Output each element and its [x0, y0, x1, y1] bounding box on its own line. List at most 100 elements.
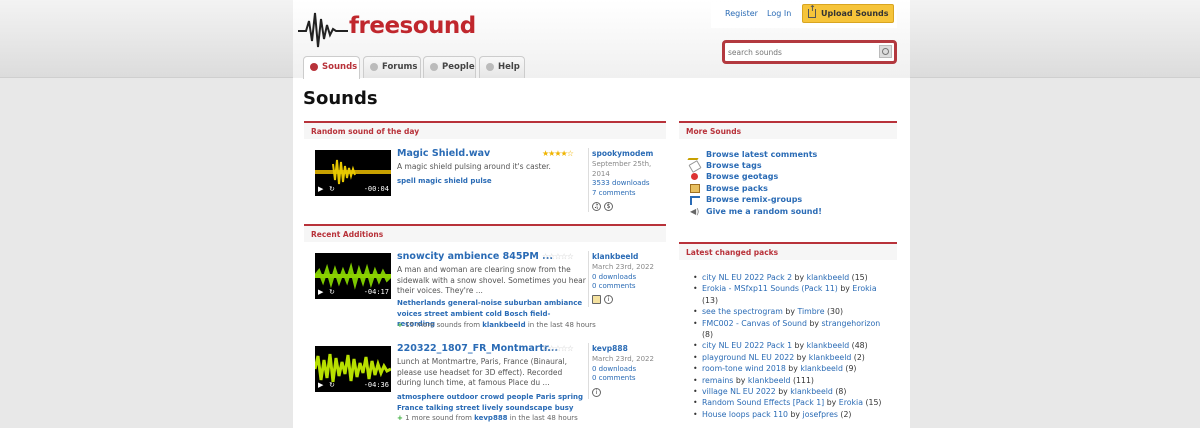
- pack-link[interactable]: village NL EU 2022: [702, 387, 776, 396]
- tab-sounds[interactable]: Sounds: [303, 56, 360, 79]
- login-link[interactable]: Log In: [767, 9, 791, 18]
- pack-user-link[interactable]: Timbre: [797, 307, 824, 316]
- plus-icon: +: [397, 321, 403, 329]
- pack-link[interactable]: see the spectrogram: [702, 307, 783, 316]
- sound-meta: March 23rd, 2022 0 downloads 0 comments: [592, 355, 662, 384]
- upload-sounds-button[interactable]: Upload Sounds: [802, 4, 894, 23]
- pack-user-link[interactable]: strangehorizon: [822, 319, 881, 328]
- pack-count: (9): [845, 364, 857, 374]
- tab-label: Sounds: [322, 62, 358, 72]
- list-item: House loops pack 110 by josefpres (2): [690, 409, 890, 421]
- loop-icon[interactable]: ↻: [329, 185, 335, 193]
- pack-link[interactable]: city NL EU 2022 Pack 2: [702, 273, 792, 282]
- by-label: by: [785, 307, 795, 317]
- pack-link[interactable]: room-tone wind 2018: [702, 364, 786, 373]
- pack-link[interactable]: House loops pack 110: [702, 410, 788, 419]
- plus-icon: +: [397, 414, 403, 422]
- sound-tags[interactable]: spell magic shield pulse: [397, 176, 587, 187]
- tab-help[interactable]: Help: [479, 56, 525, 78]
- waveform-player[interactable]: ▶ ↻ -00:04: [315, 150, 391, 196]
- recent-additions-heading: Recent Additions: [304, 224, 666, 242]
- speech-bubble-icon: [370, 63, 378, 71]
- waveform-player[interactable]: ▶ ↻ -04:36: [315, 346, 391, 392]
- pack-user-link[interactable]: klankbeeld: [800, 364, 843, 373]
- packs-list: city NL EU 2022 Pack 2 by klankbeeld (15…: [690, 272, 890, 421]
- sound-title-link[interactable]: Magic Shield.wav: [397, 148, 490, 159]
- info-icon[interactable]: i: [604, 295, 613, 304]
- pack-count: (8): [702, 330, 714, 340]
- random-sound-heading: Random sound of the day: [304, 121, 666, 139]
- browse-tags-link[interactable]: Browse tags: [706, 161, 762, 170]
- pack-link[interactable]: Erokia - MSfxp11 Sounds (Pack 11): [702, 284, 838, 293]
- pack-link[interactable]: remains: [702, 376, 733, 385]
- browse-packs-link[interactable]: Browse packs: [706, 184, 768, 193]
- comments-link[interactable]: 7 comments: [592, 189, 662, 199]
- pack-count: (48): [851, 341, 868, 351]
- sound-description: Lunch at Montmartre, Paris, France (Bina…: [397, 357, 568, 387]
- comments-link[interactable]: 0 comments: [592, 282, 662, 292]
- speaker-icon: ◀): [690, 207, 700, 216]
- map-pin-icon: [691, 173, 698, 180]
- sound-title-link[interactable]: 220322_1807_FR_Montmartr...: [397, 343, 558, 354]
- divider: [588, 343, 589, 399]
- pack-link[interactable]: city NL EU 2022 Pack 1: [702, 341, 792, 350]
- info-icon[interactable]: i: [592, 388, 601, 397]
- pack-link[interactable]: Random Sound Effects [Pack 1]: [702, 398, 824, 407]
- browse-latest-comments-link[interactable]: Browse latest comments: [706, 150, 817, 159]
- search-icon[interactable]: [879, 45, 892, 58]
- search-input[interactable]: [728, 46, 878, 59]
- duration: -04:36: [363, 381, 389, 389]
- divider: [588, 148, 589, 212]
- pack-user-link[interactable]: klankbeeld: [807, 273, 850, 282]
- play-icon[interactable]: ▶: [318, 381, 323, 389]
- more-user-link[interactable]: klankbeeld: [482, 321, 525, 329]
- sound-title-link[interactable]: snowcity ambience 845PM ...: [397, 251, 553, 262]
- list-item: Random Sound Effects [Pack 1] by Erokia …: [690, 397, 890, 409]
- list-item: FMC002 - Canvas of Sound by strangehoriz…: [690, 318, 890, 341]
- pack-user-link[interactable]: klankbeeld: [790, 387, 833, 396]
- pack-user-link[interactable]: Erokia: [839, 398, 863, 407]
- tab-people[interactable]: People: [423, 56, 476, 78]
- downloads-link[interactable]: 3533 downloads: [592, 179, 662, 189]
- waveform-player[interactable]: ▶ ↻ -04:17: [315, 253, 391, 299]
- license-icon[interactable]: [592, 295, 601, 304]
- license-icon[interactable]: $: [604, 202, 613, 211]
- browse-remix-groups-link[interactable]: Browse remix-groups: [706, 195, 802, 204]
- headphones-icon: ♫: [592, 202, 601, 211]
- duration: -04:17: [363, 288, 389, 296]
- register-link[interactable]: Register: [725, 9, 758, 18]
- sound-meta: March 23rd, 2022 0 downloads 0 comments: [592, 263, 662, 292]
- play-icon[interactable]: ▶: [318, 185, 323, 193]
- comments-link[interactable]: 0 comments: [592, 374, 662, 384]
- list-item: see the spectrogram by Timbre (30): [690, 306, 890, 318]
- pack-user-link[interactable]: klankbeeld: [807, 341, 850, 350]
- sound-tags[interactable]: atmosphere outdoor crowd people Paris sp…: [397, 392, 587, 413]
- sound-author-link[interactable]: kevp888: [592, 344, 628, 353]
- rating-stars[interactable]: ★★★★☆: [542, 149, 574, 158]
- downloads-link[interactable]: 0 downloads: [592, 365, 662, 375]
- pack-count: (15): [851, 273, 868, 282]
- loop-icon[interactable]: ↻: [329, 381, 335, 389]
- pack-link[interactable]: FMC002 - Canvas of Sound: [702, 319, 807, 328]
- rating-stars[interactable]: ☆☆☆☆☆: [542, 344, 574, 353]
- play-icon[interactable]: ▶: [318, 288, 323, 296]
- rating-stars[interactable]: ☆☆☆☆☆: [542, 252, 574, 261]
- pack-count: (15): [865, 398, 882, 408]
- sound-author-link[interactable]: klankbeeld: [592, 252, 638, 261]
- pack-user-link[interactable]: klankbeeld: [809, 353, 852, 362]
- more-user-link[interactable]: kevp888: [474, 414, 507, 422]
- duration: -00:04: [363, 185, 389, 193]
- browse-geotags-link[interactable]: Browse geotags: [706, 172, 778, 181]
- downloads-link[interactable]: 0 downloads: [592, 273, 662, 283]
- pack-user-link[interactable]: josefpres: [803, 410, 838, 419]
- pack-link[interactable]: playground NL EU 2022: [702, 353, 794, 362]
- pack-user-link[interactable]: klankbeeld: [748, 376, 791, 385]
- tab-forums[interactable]: Forums: [363, 56, 421, 78]
- package-icon: [690, 184, 700, 193]
- loop-icon[interactable]: ↻: [329, 288, 335, 296]
- sound-author-link[interactable]: spookymodem: [592, 149, 653, 158]
- random-sound-link[interactable]: Give me a random sound!: [706, 207, 822, 216]
- pack-user-link[interactable]: Erokia: [852, 284, 876, 293]
- list-item: remains by klankbeeld (111): [690, 375, 890, 387]
- pack-count: (2): [853, 352, 865, 362]
